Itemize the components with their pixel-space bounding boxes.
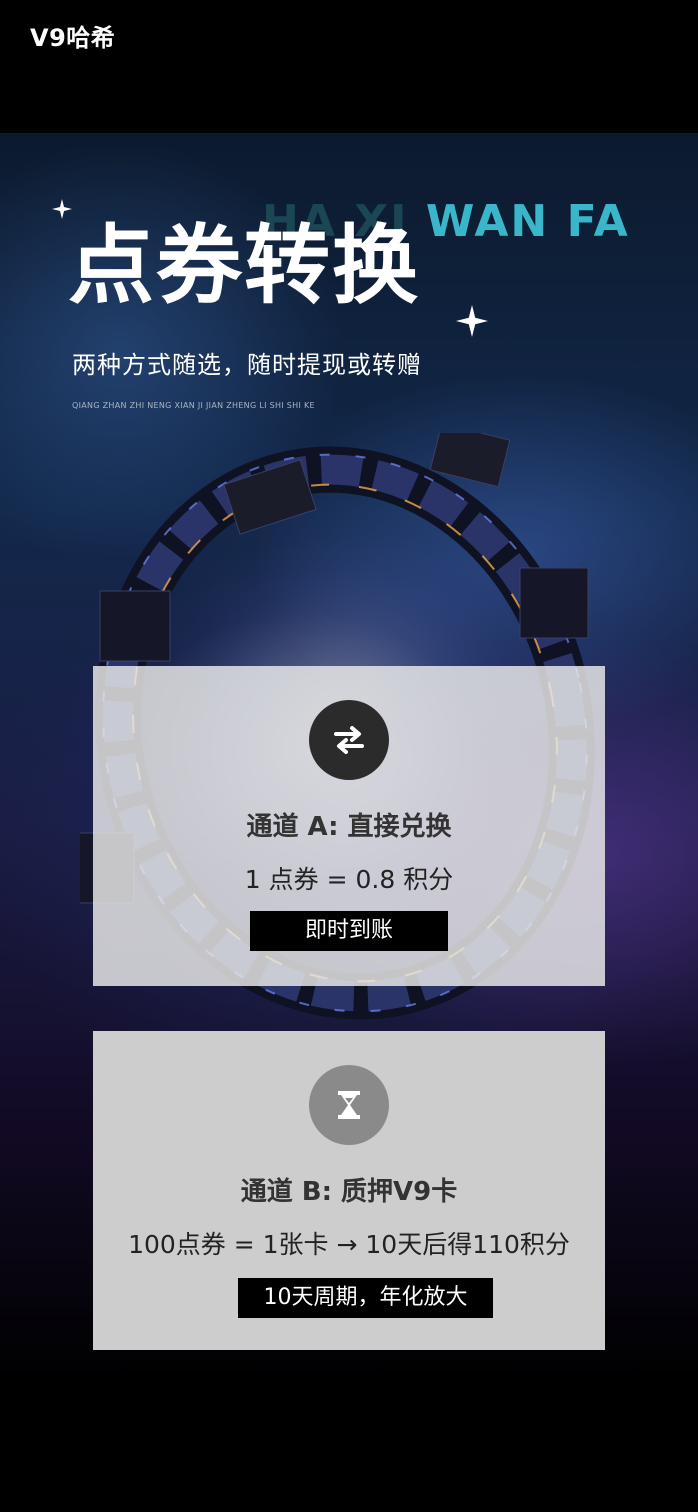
channel-card-a[interactable]: 通道 A: 直接兑换 1 点券 = 0.8 积分 即时到账	[93, 666, 605, 986]
hero-pinyin-caption: QIANG ZHAN ZHI NENG XIAN JI JIAN ZHENG L…	[72, 401, 315, 410]
app-title: V9哈希	[30, 24, 116, 52]
channel-b-rate: 100点券 = 1张卡 → 10天后得110积分	[128, 1230, 570, 1259]
channel-b-badge	[309, 1065, 389, 1145]
channel-a-rate: 1 点券 = 0.8 积分	[244, 865, 454, 894]
hero-title: 点券转换	[68, 216, 420, 316]
hero-subtitle: 两种方式随选，随时提现或转赠	[72, 351, 422, 379]
channel-b-title: 通道 B: 质押V9卡	[240, 1177, 458, 1207]
hourglass-icon	[338, 1091, 360, 1119]
swap-arrows-icon	[334, 726, 364, 754]
channel-b-tag: 10天周期，年化放大	[238, 1278, 493, 1318]
channel-a-tag: 即时到账	[250, 911, 448, 951]
channel-a-title: 通道 A: 直接兑换	[246, 812, 452, 842]
sparkle-icon	[456, 305, 488, 337]
channel-card-b[interactable]: 通道 B: 质押V9卡 100点券 = 1张卡 → 10天后得110积分 10天…	[93, 1031, 605, 1350]
channel-a-badge	[309, 700, 389, 780]
